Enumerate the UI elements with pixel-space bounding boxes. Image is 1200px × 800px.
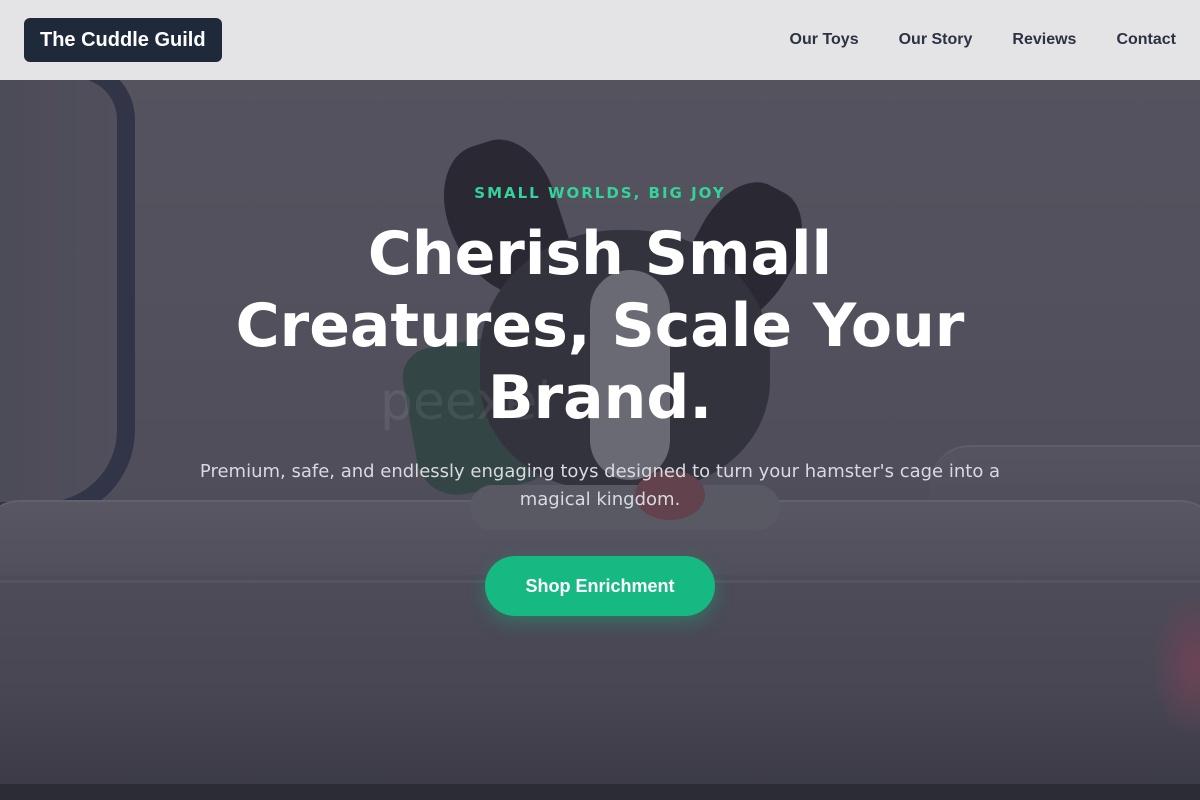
hero-headline: Cherish Small Creatures, Scale Your Bran… xyxy=(235,219,965,433)
site-header: The Cuddle Guild Our Toys Our Story Revi… xyxy=(0,0,1200,80)
hero-subtitle: Premium, safe, and endlessly engaging to… xyxy=(199,461,1001,510)
hero-eyebrow: SMALL WORLDS, BIG JOY xyxy=(474,184,726,202)
hero-section: SMALL WORLDS, BIG JOY Cherish Small Crea… xyxy=(0,80,1200,800)
nav-link-our-story[interactable]: Our Story xyxy=(899,31,973,49)
nav-link-reviews[interactable]: Reviews xyxy=(1012,31,1076,49)
shop-enrichment-button[interactable]: Shop Enrichment xyxy=(485,556,715,616)
nav-link-contact[interactable]: Contact xyxy=(1116,31,1176,49)
main-nav: Our Toys Our Story Reviews Contact xyxy=(790,31,1176,49)
nav-link-our-toys[interactable]: Our Toys xyxy=(790,31,859,49)
brand-logo[interactable]: The Cuddle Guild xyxy=(24,18,222,62)
